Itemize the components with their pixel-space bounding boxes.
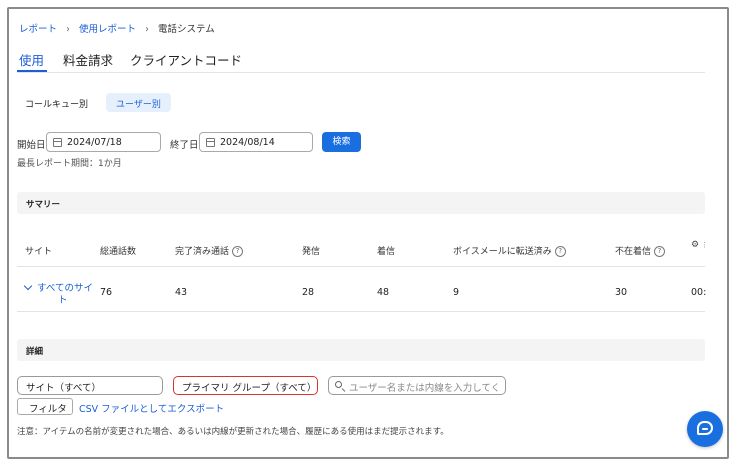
search-button[interactable]: 検索 [322,132,361,152]
segment-by-user[interactable]: ユーザー別 [106,93,171,112]
end-date-field[interactable]: 2024/08/14 [199,132,313,152]
chat-bubble-icon [697,421,713,435]
segment-by-call-queue[interactable]: コールキュー別 [25,97,88,110]
filter-button-label: フィルタ [29,404,67,415]
cell-voicemail: 9 [453,287,460,298]
chat-launcher-button[interactable] [687,411,723,447]
max-report-period-note: 最長レポート期間：1か月 [17,159,122,169]
tab-client-code[interactable]: クライアントコード [130,50,242,69]
col-completed-calls-label: 完了済み通話 [175,247,230,257]
summary-row-divider [17,311,705,312]
breadcrumb-usage-reports[interactable]: 使用レポート [79,24,136,35]
cell-completed: 43 [175,287,188,298]
col-voicemail-label: ボイスメールに転送済み [453,247,552,257]
start-date-field[interactable]: 2024/07/18 [46,132,161,152]
calendar-icon [53,138,62,147]
site-select[interactable]: サイト（すべて） [17,376,163,395]
help-icon[interactable]: ? [654,246,666,257]
site-all-label-cont: ト [58,295,68,306]
settings-gear-icon[interactable]: ⚙ [691,240,699,250]
filter-button[interactable]: フィルタ [17,398,73,415]
segment-by-user-label: ユーザー別 [116,100,161,110]
user-search-placeholder: ユーザー名または内線を入力してくだ [349,383,501,394]
end-date-value: 2024/08/14 [220,137,275,148]
col-missed: 不在着信? [615,244,666,257]
col-completed-calls: 完了済み通話? [175,244,244,257]
tab-usage[interactable]: 使用 [19,50,44,69]
cell-cut-off: 00: [691,287,707,298]
tab-divider [17,72,705,73]
search-icon [335,381,342,388]
col-voicemail: ボイスメールに転送済み? [453,244,566,257]
details-header: 詳細 [17,339,705,361]
start-date-label: 開始日 [17,140,46,151]
primary-group-select[interactable]: プライマリ グループ（すべて） [173,376,318,395]
breadcrumb-reports[interactable]: レポート [19,24,57,35]
col-total-calls: 総通話数 [100,247,137,257]
breadcrumb-separator: › [145,24,149,35]
col-missed-label: 不在着信 [615,247,652,257]
calendar-icon [206,138,215,147]
start-date-value: 2024/07/18 [67,137,122,148]
cell-incoming: 48 [377,287,390,298]
summary-title: サマリー [26,200,61,210]
history-note: 注意：アイテムの名前が変更された場合、あるいは内線が更新された場合、履歴にある使… [17,427,449,437]
breadcrumb-current: 電話システム [158,24,215,35]
primary-group-select-value: プライマリ グループ（すべて） [182,383,317,394]
col-outgoing: 発信 [302,247,321,257]
chevron-down-icon [23,281,33,291]
col-incoming: 着信 [377,247,396,257]
summary-header: サマリー [17,192,705,214]
user-search-input[interactable]: ユーザー名または内線を入力してくだ [328,376,506,395]
details-title: 詳細 [26,347,44,357]
col-site: サイト [25,247,53,257]
summary-header-divider [17,266,705,267]
cell-total: 76 [100,287,113,298]
help-icon[interactable]: ? [554,246,566,257]
breadcrumb: レポート › 使用レポート › 電話システム [19,17,215,36]
export-csv-link[interactable]: CSV ファイルとしてエクスポート [79,401,224,415]
tab-billing[interactable]: 料金請求 [63,50,113,69]
help-icon[interactable]: ? [232,246,244,257]
app-window: レポート › 使用レポート › 電話システム 使用 料金請求 クライアントコード… [7,7,729,459]
gear-dots: ⋮ [701,241,708,249]
site-select-value: サイト（すべて） [26,383,101,394]
cell-outgoing: 28 [302,287,315,298]
cell-missed: 30 [615,287,628,298]
end-date-label: 終了日 [170,140,199,151]
breadcrumb-separator: › [66,24,70,35]
